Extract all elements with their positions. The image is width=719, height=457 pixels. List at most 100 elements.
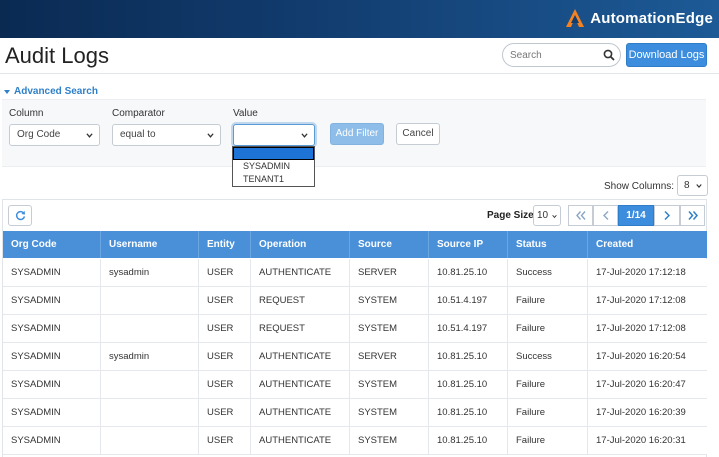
column-header-source[interactable]: Source (350, 231, 429, 258)
column-select[interactable]: Org Code (9, 124, 100, 146)
cell-created: 17-Jul-2020 17:12:18 (596, 267, 686, 278)
value-option-empty[interactable] (233, 147, 314, 160)
chevron-down-icon (86, 133, 93, 138)
page-size-label: Page Size (487, 210, 534, 221)
cell-org-code: SYSADMIN (3, 315, 101, 343)
cell-source: SYSTEM (350, 315, 429, 343)
last-page-button[interactable] (680, 205, 705, 226)
show-columns-label: Show Columns: (604, 181, 675, 192)
column-header-status[interactable]: Status (508, 231, 588, 258)
cell-created: 17-Jul-2020 16:20:47 (596, 379, 686, 390)
cell-operation: AUTHENTICATE (251, 399, 350, 427)
cell-created: 17-Jul-2020 17:12:08 (596, 295, 686, 306)
cancel-button[interactable]: Cancel (396, 123, 440, 145)
table-row[interactable]: SYSADMIN USER REQUEST SYSTEM 10.51.4.197 Fail… (3, 287, 707, 315)
chevron-down-icon (552, 214, 557, 219)
chevron-down-icon (207, 133, 214, 138)
cell-operation: AUTHENTICATE (251, 259, 350, 287)
comparator-select-value: equal to (120, 129, 156, 140)
cell-status: Failure (508, 427, 588, 455)
cell-username (101, 371, 199, 399)
cell-source: SERVER (350, 343, 429, 371)
table-header: Org Code Username Entity Operation Sourc… (3, 231, 707, 258)
cell-operation: REQUEST (251, 287, 350, 315)
cell-created: 17-Jul-2020 16:20:31 (596, 435, 686, 446)
first-page-button[interactable] (568, 205, 593, 226)
column-header-operation[interactable]: Operation (251, 231, 350, 258)
caret-down-icon (4, 89, 10, 94)
cell-status: Success (508, 343, 588, 371)
divider (0, 73, 719, 74)
cell-entity: USER (199, 315, 251, 343)
search-input[interactable] (510, 47, 598, 63)
column-header-org-code[interactable]: Org Code (3, 231, 101, 258)
value-label: Value (233, 108, 258, 119)
cell-operation: AUTHENTICATE (251, 371, 350, 399)
chevron-down-icon (696, 184, 702, 188)
page-size-select[interactable]: 10 (533, 205, 561, 226)
cell-source-ip: 10.81.25.10 (429, 259, 508, 287)
column-header-entity[interactable]: Entity (199, 231, 251, 258)
add-filter-button[interactable]: Add Filter (330, 123, 384, 145)
comparator-select[interactable]: equal to (112, 124, 221, 146)
current-page-indicator: 1/14 (618, 205, 654, 226)
cell-source-ip: 10.81.25.10 (429, 427, 508, 455)
cell-created: 17-Jul-2020 17:12:08 (596, 323, 686, 334)
cell-entity: USER (199, 343, 251, 371)
cell-operation: AUTHENTICATE (251, 427, 350, 455)
cell-source: SYSTEM (350, 287, 429, 315)
page-title: Audit Logs (5, 43, 109, 68)
table-row[interactable]: SYSADMIN sysadmin USER AUTHENTICATE SERVER 10… (3, 259, 707, 287)
cell-source: SERVER (350, 259, 429, 287)
cell-username (101, 315, 199, 343)
double-chevron-right-icon (687, 211, 698, 220)
column-header-username[interactable]: Username (101, 231, 199, 258)
column-header-created[interactable]: Created (588, 231, 707, 258)
brand[interactable]: AutomationEdge (565, 6, 713, 30)
cell-username (101, 287, 199, 315)
cell-source-ip: 10.51.4.197 (429, 315, 508, 343)
column-label: Column (9, 108, 44, 119)
value-select[interactable] (233, 124, 315, 146)
refresh-button[interactable] (8, 205, 32, 226)
search-icon[interactable] (603, 49, 615, 61)
cell-created: 17-Jul-2020 16:20:39 (596, 407, 686, 418)
cell-entity: USER (199, 427, 251, 455)
advanced-search-toggle[interactable]: Advanced Search (4, 86, 98, 97)
cell-username (101, 427, 199, 455)
table-row[interactable]: SYSADMIN USER AUTHENTICATE SYSTEM 10.81.25.1… (3, 427, 707, 455)
table-row[interactable]: SYSADMIN sysadmin USER AUTHENTICATE SERVER 10… (3, 343, 707, 371)
table-row[interactable]: SYSADMIN USER REQUEST SYSTEM 10.51.4.197 Fail… (3, 315, 707, 343)
table-row[interactable]: SYSADMIN USER AUTHENTICATE SYSTEM 10.81.25.1… (3, 399, 707, 427)
cell-operation: REQUEST (251, 315, 350, 343)
column-header-source-ip[interactable]: Source IP (429, 231, 508, 258)
cell-entity: USER (199, 287, 251, 315)
cell-entity: USER (199, 259, 251, 287)
cell-source: SYSTEM (350, 371, 429, 399)
cell-entity: USER (199, 371, 251, 399)
next-page-button[interactable] (654, 205, 680, 226)
cell-username: sysadmin (101, 259, 199, 287)
cell-source: SYSTEM (350, 427, 429, 455)
cell-status: Failure (508, 399, 588, 427)
cell-username: sysadmin (101, 343, 199, 371)
value-option-sysadmin[interactable]: SYSADMIN (233, 160, 314, 173)
table-row[interactable]: SYSADMIN USER AUTHENTICATE SYSTEM 10.81.25.1… (3, 371, 707, 399)
cell-source-ip: 10.81.25.10 (429, 399, 508, 427)
automationedge-logo-icon (566, 9, 585, 27)
cell-source-ip: 10.81.25.10 (429, 371, 508, 399)
brand-name: AutomationEdge (590, 9, 713, 27)
cell-org-code: SYSADMIN (3, 427, 101, 455)
value-option-tenant1[interactable]: TENANT1 (233, 173, 314, 186)
show-columns-select[interactable]: 8 (677, 175, 708, 196)
advanced-search-label: Advanced Search (14, 86, 98, 97)
cell-org-code: SYSADMIN (3, 371, 101, 399)
download-logs-button[interactable]: Download Logs (626, 43, 707, 67)
cell-status: Success (508, 259, 588, 287)
top-bar: AutomationEdge (0, 0, 719, 38)
cell-status: Failure (508, 371, 588, 399)
cell-status: Failure (508, 315, 588, 343)
chevron-down-icon (301, 133, 308, 138)
show-columns-value: 8 (684, 180, 690, 191)
previous-page-button[interactable] (593, 205, 618, 226)
